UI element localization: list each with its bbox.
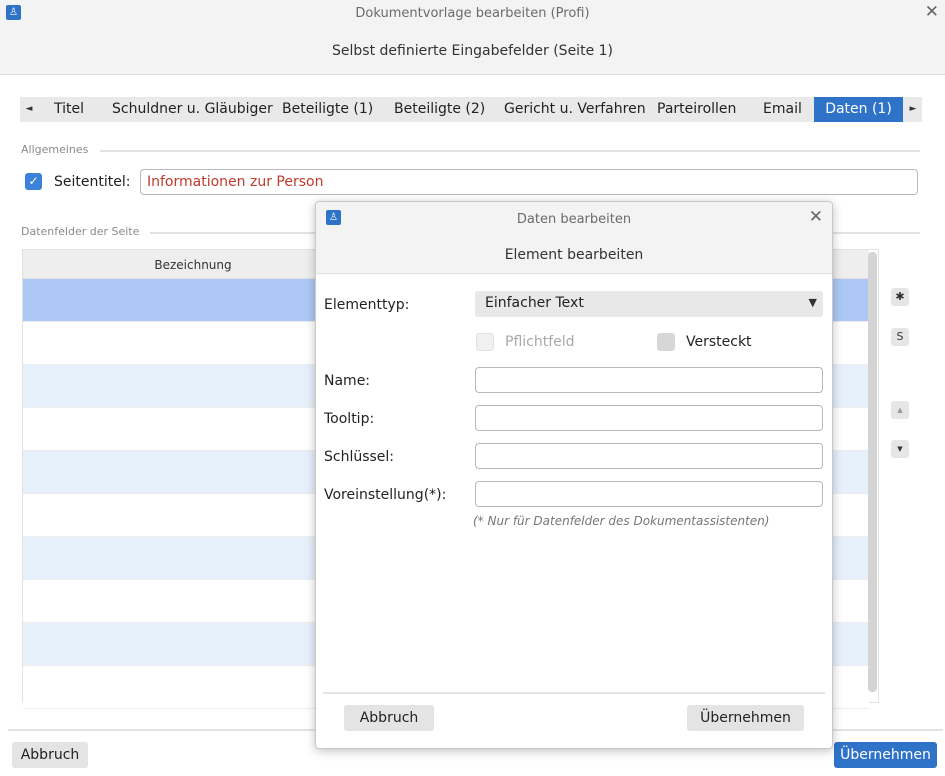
tab-bar: ◄ Titel Schuldner u. Gläubiger Beteiligt…: [20, 97, 922, 122]
tab-beteiligte-1[interactable]: Beteiligte (1): [282, 97, 373, 122]
tab-daten-1[interactable]: Daten (1): [814, 97, 903, 122]
window-subtitle: Selbst definierte Eingabefelder (Seite 1…: [332, 43, 613, 59]
s-button[interactable]: S: [891, 328, 909, 346]
tooltip-label: Tooltip:: [324, 411, 375, 427]
tab-email[interactable]: Email: [763, 97, 802, 122]
settings-gear-icon[interactable]: ✱: [891, 288, 909, 306]
tab-gericht-verfahren[interactable]: Gericht u. Verfahren: [504, 97, 646, 122]
section-label-allgemeines: Allgemeines: [21, 143, 89, 156]
table-scrollbar[interactable]: [868, 252, 877, 692]
pflichtfeld-checkbox[interactable]: [476, 333, 494, 351]
elementtyp-select[interactable]: Einfacher Text ▼: [475, 291, 823, 317]
column-header-bezeichnung[interactable]: Bezeichnung: [23, 258, 363, 272]
versteckt-label: Versteckt: [686, 334, 752, 350]
dialog-cancel-button[interactable]: Abbruch: [344, 705, 434, 731]
section-divider: [100, 150, 920, 152]
edit-data-dialog: ♙ Daten bearbeiten Element bearbeiten ✕ …: [315, 201, 833, 749]
schluessel-label: Schlüssel:: [324, 449, 395, 465]
close-icon[interactable]: ✕: [925, 2, 939, 22]
voreinstellung-label: Voreinstellung(*):: [324, 487, 447, 503]
tab-scroll-left-icon[interactable]: ◄: [20, 97, 38, 122]
apply-button[interactable]: Übernehmen: [834, 742, 937, 768]
schluessel-input[interactable]: [475, 443, 823, 469]
dialog-title: Daten bearbeiten: [516, 212, 632, 227]
voreinstellung-input[interactable]: [475, 481, 823, 507]
chevron-down-icon: ▼: [808, 296, 817, 309]
move-up-icon[interactable]: ▲: [891, 401, 909, 419]
tab-beteiligte-2[interactable]: Beteiligte (2): [394, 97, 485, 122]
window-title: Dokumentvorlage bearbeiten (Profi): [355, 6, 590, 21]
name-label: Name:: [324, 373, 371, 389]
dialog-header: ♙ Daten bearbeiten Element bearbeiten ✕: [316, 202, 832, 274]
voreinstellung-hint: (* Nur für Datenfelder des Dokumentassis…: [473, 514, 770, 528]
elementtyp-value: Einfacher Text: [485, 295, 584, 311]
dialog-divider: [323, 692, 825, 694]
tooltip-input[interactable]: [475, 405, 823, 431]
seitentitel-checkbox[interactable]: ✓: [25, 173, 42, 190]
move-down-icon[interactable]: ▼: [891, 440, 909, 458]
section-label-datenfelder: Datenfelder der Seite: [21, 225, 140, 238]
versteckt-checkbox[interactable]: [657, 333, 675, 351]
dialog-apply-button[interactable]: Übernehmen: [687, 705, 804, 731]
tab-parteirollen[interactable]: Parteirollen: [657, 97, 736, 122]
seitentitel-label: Seitentitel:: [54, 174, 131, 190]
elementtyp-label: Elementtyp:: [324, 297, 410, 313]
dialog-close-icon[interactable]: ✕: [809, 207, 823, 227]
seitentitel-input[interactable]: [140, 169, 918, 195]
dialog-subtitle: Element bearbeiten: [504, 247, 644, 263]
pflichtfeld-label: Pflichtfeld: [505, 334, 575, 350]
name-input[interactable]: [475, 367, 823, 393]
tab-schuldner-glaeubiger[interactable]: Schuldner u. Gläubiger: [112, 97, 273, 122]
tab-scroll-right-icon[interactable]: ►: [904, 97, 922, 122]
cancel-button[interactable]: Abbruch: [12, 742, 88, 768]
window-header: ♙ Dokumentvorlage bearbeiten (Profi) Sel…: [0, 0, 945, 75]
tab-titel[interactable]: Titel: [54, 97, 84, 122]
